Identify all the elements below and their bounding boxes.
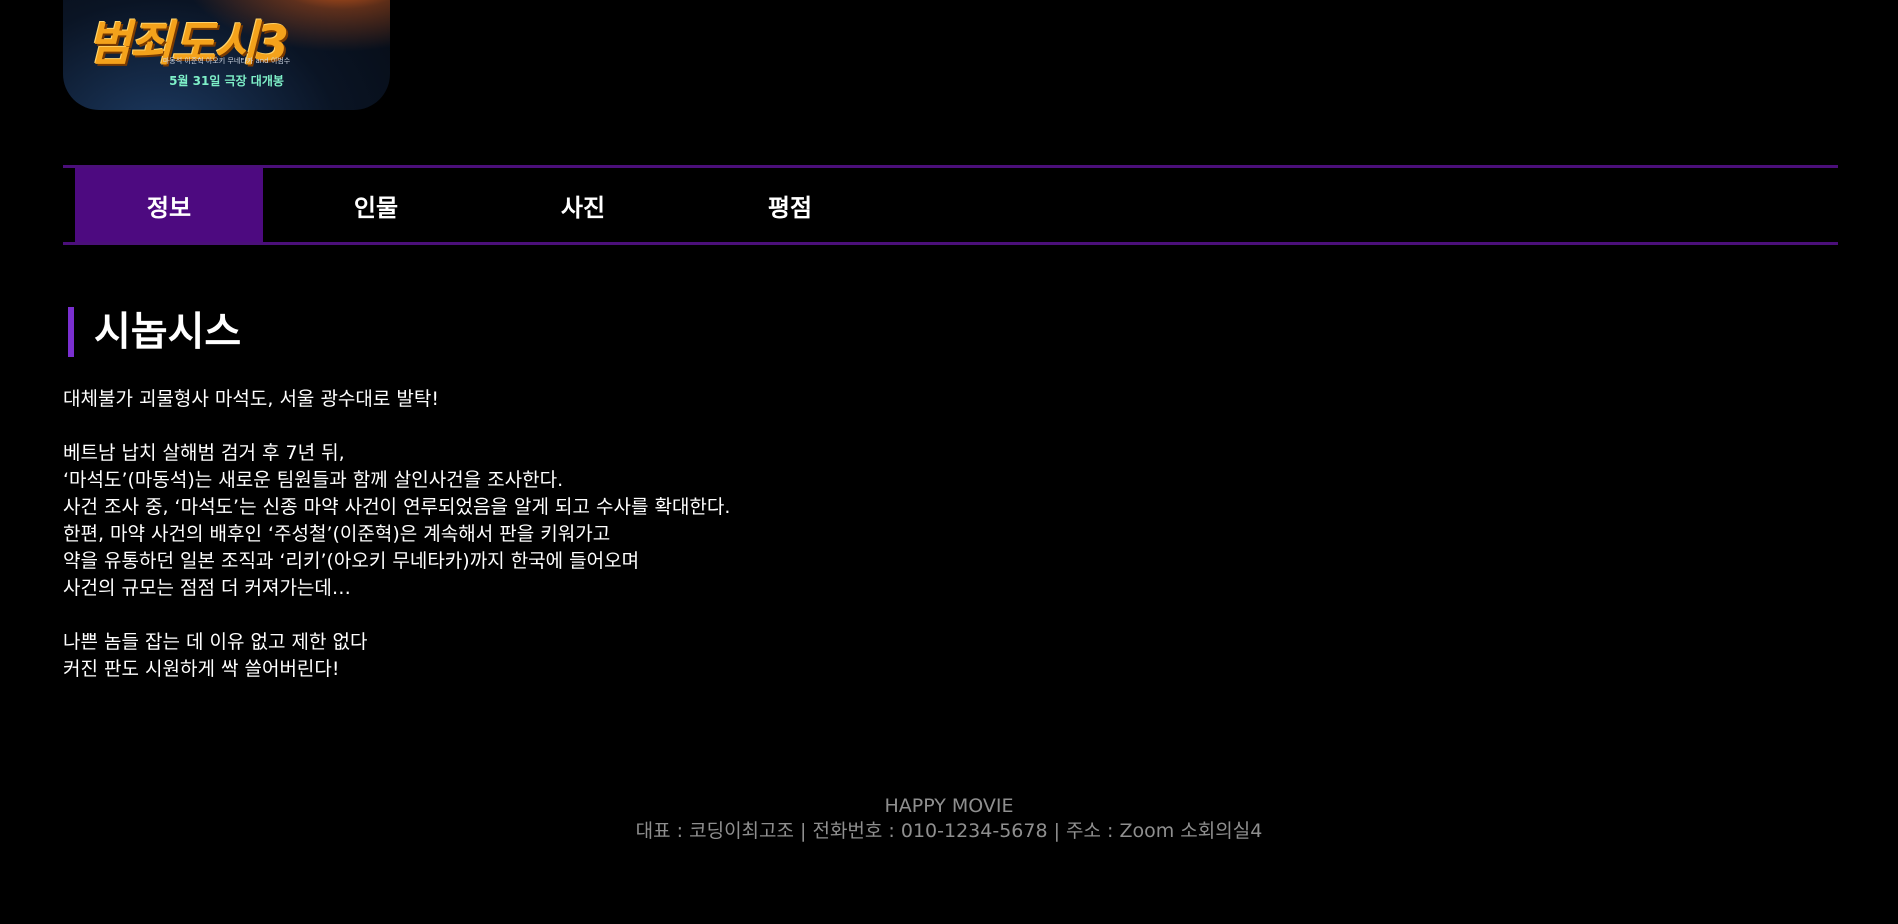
site-footer: HAPPY MOVIE 대표 : 코딩이최고조 | 전화번호 : 010-123… <box>0 794 1898 844</box>
synopsis-line: 베트남 납치 살해범 검거 후 7년 뒤, <box>63 442 345 464</box>
synopsis-text: 대체불가 괴물형사 마석도, 서울 광수대로 발탁! 베트남 납치 살해범 검거… <box>63 386 963 683</box>
synopsis-line: 대체불가 괴물형사 마석도, 서울 광수대로 발탁! <box>63 388 439 410</box>
synopsis-line: ‘마석도’(마동석)는 새로운 팀원들과 함께 살인사건을 조사한다. <box>63 469 564 491</box>
detail-tab-bar: 정보 인물 사진 평점 <box>63 165 1838 245</box>
synopsis-line: 약을 유통하던 일본 조직과 ‘리키’(아오키 무네타카)까지 한국에 들어오며 <box>63 550 640 572</box>
synopsis-line: 사건 조사 중, ‘마석도’는 신종 마약 사건이 연루되었음을 알게 되고 수… <box>63 496 731 518</box>
synopsis-line <box>63 413 963 440</box>
synopsis-line: 나쁜 놈들 잡는 데 이유 없고 제한 없다 <box>63 631 368 653</box>
tab-ratings[interactable]: 평점 <box>696 168 884 242</box>
footer-info: 대표 : 코딩이최고조 | 전화번호 : 010-1234-5678 | 주소 … <box>635 820 1263 842</box>
tab-photos[interactable]: 사진 <box>489 168 677 242</box>
poster-credits: 마동석 이준혁 아오키 무네타카 and 이범수 <box>162 57 291 65</box>
movie-poster: 범죄도시3 마동석 이준혁 아오키 무네타카 and 이범수 5월 31일 극장… <box>63 0 390 110</box>
synopsis-line: 커진 판도 시원하게 싹 쓸어버린다! <box>63 658 340 680</box>
tab-people[interactable]: 인물 <box>282 168 470 242</box>
synopsis-heading: 시놉시스 <box>68 307 241 357</box>
synopsis-line: 사건의 규모는 점점 더 커져가는데… <box>63 577 351 599</box>
synopsis-line: 한편, 마약 사건의 배후인 ‘주성철’(이준혁)은 계속해서 판을 키워가고 <box>63 523 611 545</box>
poster-release-date: 5월 31일 극장 대개봉 <box>169 74 284 88</box>
footer-brand: HAPPY MOVIE <box>884 795 1014 817</box>
tab-info[interactable]: 정보 <box>75 168 263 242</box>
synopsis-line <box>63 602 963 629</box>
